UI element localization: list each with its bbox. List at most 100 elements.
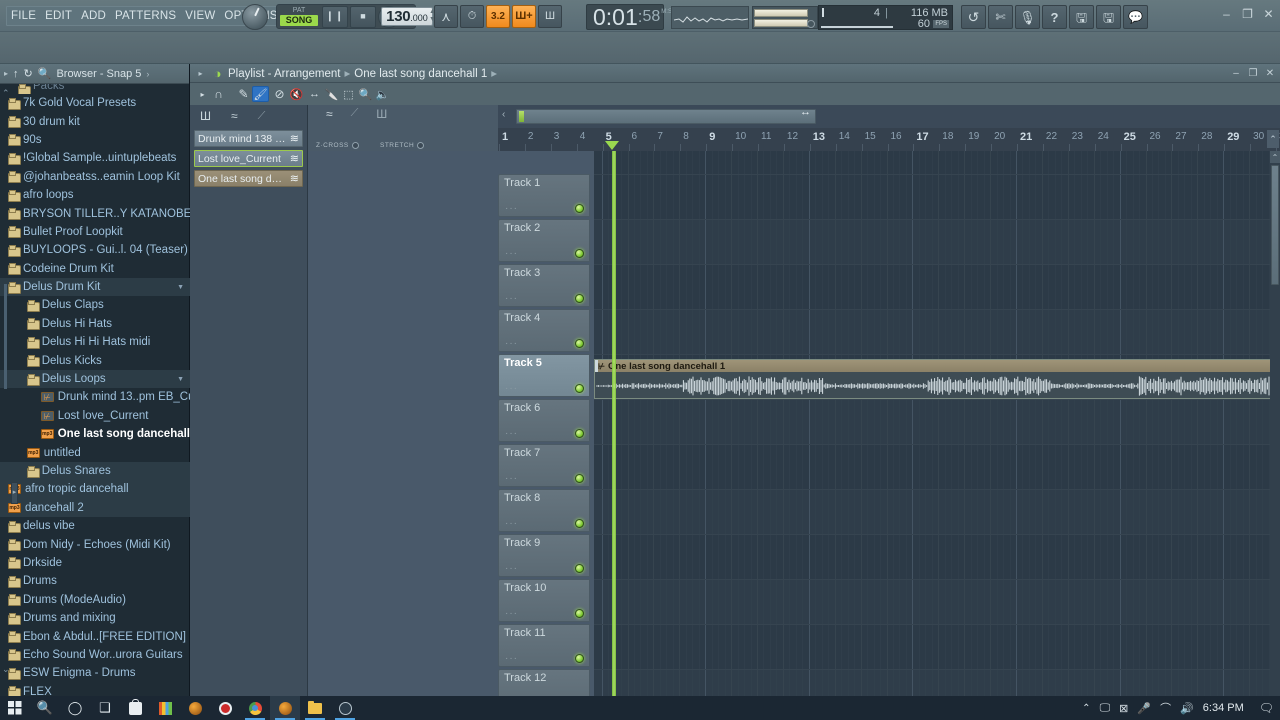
track-enable-led[interactable] bbox=[575, 564, 584, 573]
automation-source-icon[interactable]: ⟋ bbox=[258, 110, 266, 123]
chevron-down-icon[interactable]: ▼ bbox=[177, 284, 184, 291]
playlist-titlebar[interactable]: ▸ ◑ Playlist - Arrangement ▸ One last song… bbox=[190, 64, 1280, 83]
metronome-button[interactable]: ⋏ bbox=[434, 5, 458, 28]
file-explorer-button[interactable] bbox=[300, 696, 330, 720]
track-header[interactable]: Track 1 ··· bbox=[498, 174, 590, 217]
detached-window-icon[interactable]: ◑ bbox=[211, 66, 224, 81]
menu-view[interactable]: VIEW bbox=[185, 10, 215, 22]
tempo-display[interactable]: 130.000 bbox=[381, 7, 433, 26]
menu-file[interactable]: FILE bbox=[11, 10, 36, 22]
minimize-button[interactable]: – bbox=[1219, 6, 1234, 21]
refresh-icon[interactable]: ↻ bbox=[24, 67, 33, 80]
track-options-icon[interactable]: ··· bbox=[505, 608, 518, 619]
save-as-button[interactable]: 🖫 bbox=[1096, 5, 1121, 29]
scroll-up-arrow-icon[interactable]: ⌃ bbox=[1270, 151, 1280, 163]
zero-cross-checkbox[interactable] bbox=[351, 142, 359, 149]
vertical-scroll-thumb[interactable] bbox=[1271, 165, 1279, 285]
task-view-button[interactable]: ❑ bbox=[90, 696, 120, 720]
browser-item[interactable]: Dom Nidy - Echoes (Midi Kit) bbox=[0, 535, 190, 553]
clip-source-list[interactable]: Drunk mind 138 bpm..≋Lost love_Current≋O… bbox=[190, 130, 307, 187]
stretch-checkbox[interactable] bbox=[417, 142, 425, 149]
time-display[interactable]: 0:01:58 M:S:CS bbox=[586, 4, 682, 30]
close-button[interactable]: ✕ bbox=[1261, 6, 1276, 21]
paint-tool-icon[interactable]: 🖌 bbox=[252, 86, 269, 102]
browser-item[interactable]: mp3 dancehall 2 bbox=[0, 498, 190, 517]
browser-item[interactable]: ⌐⊬Lost love_Current bbox=[0, 407, 190, 425]
menu-add[interactable]: ADD bbox=[81, 10, 106, 22]
clip-source-item[interactable]: One last song dance.. ≋ bbox=[194, 170, 303, 187]
browser-item[interactable]: Bullet Proof Loopkit bbox=[0, 223, 190, 241]
volume-icon[interactable]: 🔊 bbox=[1180, 702, 1194, 715]
track-header[interactable]: Track 11 ··· bbox=[498, 624, 590, 667]
browser-item[interactable]: 30 drum kit bbox=[0, 112, 190, 130]
track-header[interactable]: Track 4 ··· bbox=[498, 309, 590, 352]
browser-item[interactable]: ⌐Delus Loops▼ bbox=[0, 369, 190, 389]
track-options-icon[interactable]: ··· bbox=[505, 203, 518, 214]
store-button[interactable] bbox=[120, 696, 150, 720]
track-options-icon[interactable]: ··· bbox=[505, 383, 518, 394]
browser-item[interactable]: ⌐Delus Kicks bbox=[0, 351, 190, 369]
comment-button[interactable]: 💬 bbox=[1123, 5, 1148, 29]
track-options-icon[interactable]: ··· bbox=[505, 518, 518, 529]
mute-tool-icon[interactable]: 🔇 bbox=[288, 86, 305, 102]
browser-item[interactable]: afro loops bbox=[0, 186, 190, 204]
clip-waveform-handle-icon[interactable]: ≋ bbox=[290, 152, 299, 165]
count-in-button[interactable]: 3.2 bbox=[486, 5, 510, 28]
automation-icon[interactable]: ⟋ bbox=[351, 107, 359, 121]
playlist-vertical-scrollbar[interactable]: ⌃ bbox=[1270, 151, 1280, 696]
fl-studio-active-button[interactable] bbox=[270, 696, 300, 720]
taskbar-clock[interactable]: 6:34 PM bbox=[1203, 702, 1244, 714]
browser-item[interactable]: BUYLOOPS - Gui..l. 04 (Teaser) bbox=[0, 241, 190, 259]
show-hidden-icons-button[interactable]: ⌃ bbox=[1082, 703, 1090, 714]
browser-item[interactable]: Drkside bbox=[0, 554, 190, 572]
track-header[interactable]: Track 6 ··· bbox=[498, 399, 590, 442]
up-arrow-icon[interactable]: ↑ bbox=[13, 68, 19, 80]
track-options-icon[interactable]: ··· bbox=[505, 428, 518, 439]
browser-item[interactable]: ⌐⊬Drunk mind 13..pm EB_Current bbox=[0, 388, 190, 406]
browser-item[interactable]: Ebon & Abdul..[FREE EDITION] bbox=[0, 627, 190, 645]
playhead[interactable] bbox=[612, 151, 616, 696]
colorful-app-button[interactable] bbox=[150, 696, 180, 720]
master-pitch-knob[interactable] bbox=[242, 4, 268, 30]
cortana-button[interactable]: ◯ bbox=[60, 696, 90, 720]
audio-clip-source-icon[interactable]: ≈ bbox=[231, 109, 238, 123]
track-header[interactable]: Track 8 ··· bbox=[498, 489, 590, 532]
track-enable-led[interactable] bbox=[575, 294, 584, 303]
tree-row-packs[interactable]: Packs bbox=[0, 84, 190, 94]
slip-tool-icon[interactable]: ↔ bbox=[306, 86, 323, 102]
browser-item[interactable]: !Global Sample..uintuplebeats bbox=[0, 149, 190, 167]
browser-item[interactable]: ⌐Delus Claps bbox=[0, 296, 190, 314]
playhead-marker[interactable] bbox=[605, 141, 619, 150]
browser-menu-arrow-icon[interactable]: ▸ bbox=[4, 69, 8, 78]
browser-item[interactable]: Echo Sound Wor..urora Guitars bbox=[0, 646, 190, 664]
delete-tool-icon[interactable]: ⊘ bbox=[271, 86, 288, 102]
browser-item[interactable]: BRYSON TILLER..Y KATANOBEAT bbox=[0, 204, 190, 222]
stop-button[interactable]: ■ bbox=[350, 5, 376, 28]
browser-item[interactable]: ESW Enigma - Drums bbox=[0, 664, 190, 682]
browser-item[interactable]: Delus Drum Kit ▼ bbox=[0, 277, 190, 297]
clip-waveform-handle-icon[interactable]: ≋ bbox=[290, 172, 299, 185]
playlist-grid[interactable]: ⊬ One last song dancehall 1 bbox=[594, 151, 1280, 696]
zero-cross-toggle[interactable]: Z·CROSS bbox=[316, 142, 359, 149]
track-enable-led[interactable] bbox=[575, 204, 584, 213]
pattern-song-toggle[interactable]: PAT SONG bbox=[280, 5, 318, 29]
help-button[interactable]: ? bbox=[1042, 5, 1067, 29]
track-enable-led[interactable] bbox=[575, 384, 584, 393]
audio-clip[interactable]: ⊬ One last song dancehall 1 bbox=[594, 359, 1280, 399]
browser-item[interactable]: Codeine Drum Kit bbox=[0, 260, 190, 278]
playback-tool-icon[interactable]: 🔈 bbox=[374, 86, 391, 102]
track-enable-led[interactable] bbox=[575, 609, 584, 618]
playlist-options-arrow-icon[interactable]: ▸ bbox=[194, 86, 211, 102]
menu-edit[interactable]: EDIT bbox=[45, 10, 72, 22]
network-disconnected-icon[interactable]: ⊠ bbox=[1119, 702, 1128, 715]
track-header[interactable]: Track 3 ··· bbox=[498, 264, 590, 307]
playlist-maximize-button[interactable]: ❐ bbox=[1247, 67, 1259, 79]
wait-for-input-button[interactable]: ⏱ bbox=[460, 5, 484, 28]
record-mic-button[interactable]: 🎙 bbox=[1015, 5, 1040, 29]
pattern-clip-icon[interactable]: Ш bbox=[376, 107, 387, 121]
resize-handle-icon[interactable]: ↔ bbox=[800, 106, 811, 118]
chevron-down-icon[interactable]: ▼ bbox=[177, 376, 184, 383]
audio-clip-icon[interactable]: ≈ bbox=[326, 107, 333, 121]
display-settings-icon[interactable]: 🖵 bbox=[1100, 702, 1111, 715]
headphones-icon[interactable]: ∩ bbox=[210, 86, 227, 102]
